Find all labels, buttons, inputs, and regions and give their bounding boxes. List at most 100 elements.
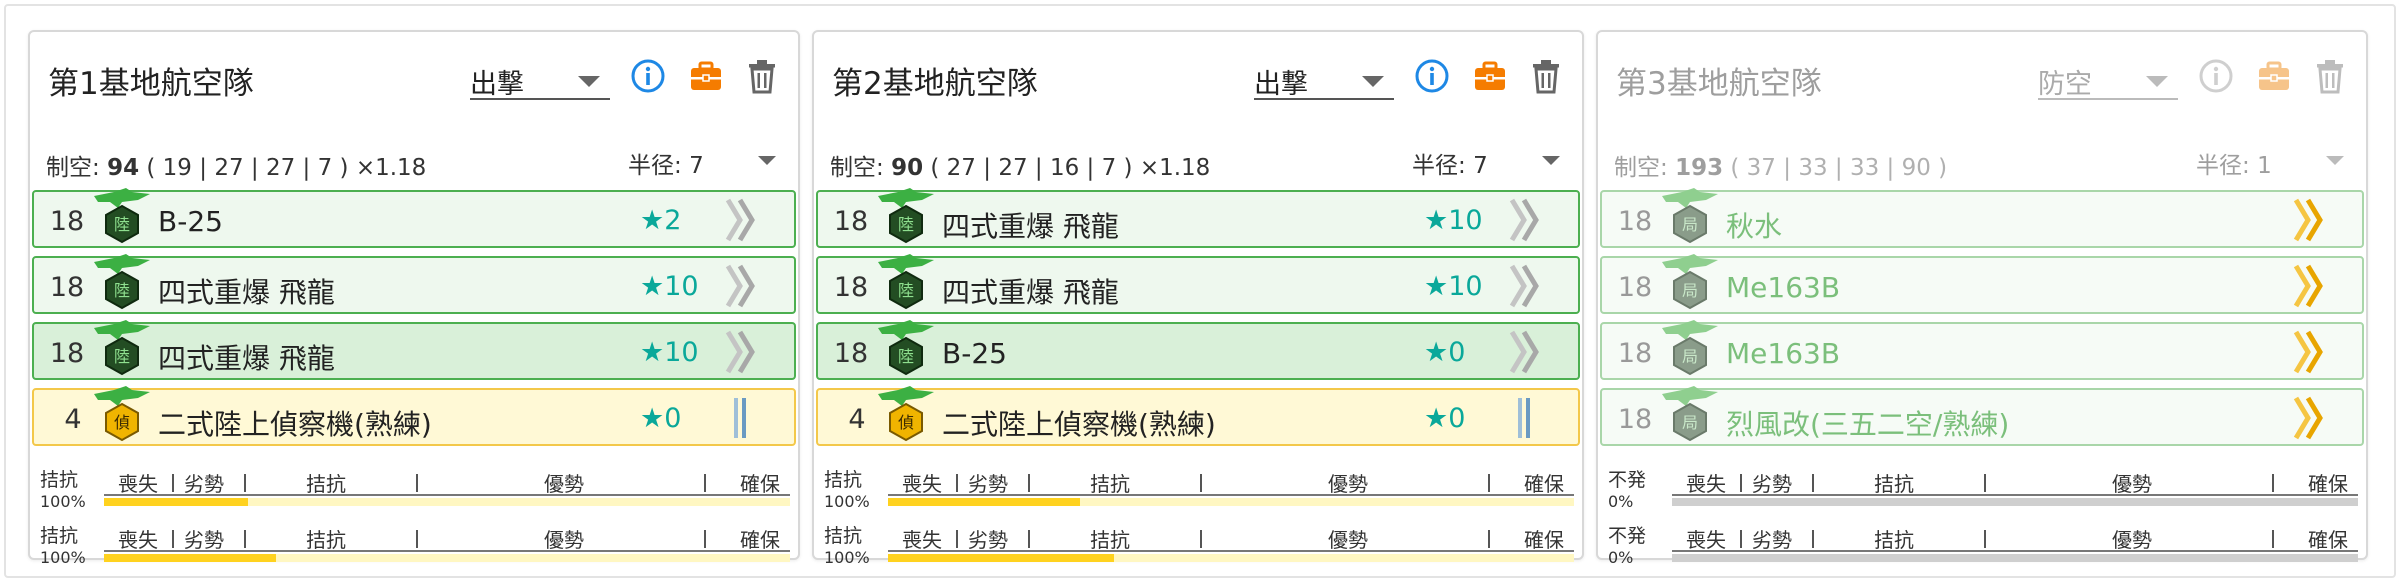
chevron-proficiency-icon[interactable] bbox=[722, 328, 772, 376]
equipment-slot[interactable]: 18 局 秋水 bbox=[1600, 188, 2364, 248]
slot-count[interactable]: 18 bbox=[1610, 206, 1660, 237]
chevron-proficiency-icon[interactable] bbox=[2290, 262, 2340, 310]
air-state: 拮抗 100% bbox=[824, 524, 872, 568]
scale-tick bbox=[1812, 474, 1814, 492]
plane-icon: 局 bbox=[1660, 252, 1720, 314]
plane-icon: 局 bbox=[1660, 384, 1720, 446]
chevron-proficiency-icon[interactable] bbox=[1506, 262, 1556, 310]
scale-tick bbox=[172, 474, 174, 492]
slot-count[interactable]: 18 bbox=[826, 338, 876, 369]
chevron-proficiency-icon[interactable] bbox=[2290, 196, 2340, 244]
air-bar-fill bbox=[104, 498, 249, 506]
chevron-proficiency-icon[interactable] bbox=[2290, 328, 2340, 376]
scale-label: 喪失 bbox=[118, 472, 158, 496]
equipment-name[interactable]: B-25 bbox=[942, 337, 1007, 370]
scale-tick bbox=[416, 474, 418, 492]
scale-label: 優勢 bbox=[1328, 472, 1368, 496]
equipment-slot[interactable]: 18 陸 四式重爆 飛龍 ★10 bbox=[816, 254, 1580, 314]
trash-icon[interactable] bbox=[2310, 56, 2350, 96]
equipment-name[interactable]: Me163B bbox=[1726, 271, 1840, 304]
scale-label: 確保 bbox=[740, 528, 780, 552]
slot-count[interactable]: 18 bbox=[42, 338, 92, 369]
slot-count[interactable]: 18 bbox=[826, 206, 876, 237]
chevron-proficiency-icon[interactable] bbox=[1506, 394, 1556, 442]
equipment-name[interactable]: 四式重爆 飛龍 bbox=[158, 271, 335, 311]
radius-select[interactable]: 半径: 7 bbox=[1412, 146, 1562, 179]
equipment-slot[interactable]: 4 偵 二式陸上偵察機(熟練) ★0 bbox=[816, 386, 1580, 446]
air-power-label: 制空: bbox=[830, 155, 884, 181]
slot-count[interactable]: 4 bbox=[48, 404, 98, 435]
improvement-level: ★10 bbox=[640, 337, 699, 368]
briefcase-icon[interactable] bbox=[686, 56, 726, 96]
chevron-down-icon bbox=[2326, 156, 2344, 165]
trash-icon[interactable] bbox=[1526, 56, 1566, 96]
equipment-slot[interactable]: 18 陸 B-25 ★2 bbox=[32, 188, 796, 248]
equipment-name[interactable]: 秋水 bbox=[1726, 205, 1782, 245]
scale-label: 拮抗 bbox=[1090, 472, 1130, 496]
info-icon[interactable] bbox=[628, 56, 668, 96]
equipment-slot[interactable]: 18 陸 四式重爆 飛龍 ★10 bbox=[816, 188, 1580, 248]
radius-select[interactable]: 半径: 7 bbox=[628, 146, 778, 179]
info-icon[interactable] bbox=[2196, 56, 2236, 96]
slot-count[interactable]: 18 bbox=[1610, 404, 1660, 435]
chevron-proficiency-icon[interactable] bbox=[2290, 394, 2340, 442]
info-icon[interactable] bbox=[1412, 56, 1452, 96]
scale-label: 確保 bbox=[740, 472, 780, 496]
mode-select[interactable]: 防空 bbox=[2038, 58, 2178, 100]
briefcase-icon[interactable] bbox=[2254, 56, 2294, 96]
slot-count[interactable]: 18 bbox=[1610, 338, 1660, 369]
slot-count[interactable]: 18 bbox=[42, 272, 92, 303]
equipment-name[interactable]: B-25 bbox=[158, 205, 223, 238]
equipment-slot[interactable]: 18 陸 四式重爆 飛龍 ★10 bbox=[32, 254, 796, 314]
air-bar-fill bbox=[888, 498, 1081, 506]
equipment-slot[interactable]: 4 偵 二式陸上偵察機(熟練) ★0 bbox=[32, 386, 796, 446]
air-base-card-2: 第2基地航空隊 出撃 制空: 90 ( 27 | 27 | 16 | 7 ) ×1.… bbox=[812, 30, 1584, 567]
equipment-slot[interactable]: 18 陸 B-25 ★0 bbox=[816, 320, 1580, 380]
equipment-slot[interactable]: 18 陸 四式重爆 飛龍 ★10 bbox=[32, 320, 796, 380]
scale-tick bbox=[956, 474, 958, 492]
scale-label: 劣勢 bbox=[1752, 528, 1792, 552]
scale-label: 喪失 bbox=[118, 528, 158, 552]
scale-line bbox=[888, 494, 1574, 496]
equipment-slot[interactable]: 18 局 烈風改(三五二空/熟練) bbox=[1600, 386, 2364, 446]
equipment-name[interactable]: 二式陸上偵察機(熟練) bbox=[942, 403, 1216, 443]
radius-select[interactable]: 半径: 1 bbox=[2196, 146, 2346, 179]
scale-label: 優勢 bbox=[2112, 472, 2152, 496]
briefcase-icon[interactable] bbox=[1470, 56, 1510, 96]
slot-count[interactable]: 18 bbox=[42, 206, 92, 237]
equipment-name[interactable]: 烈風改(三五二空/熟練) bbox=[1726, 403, 2009, 443]
trash-icon[interactable] bbox=[742, 56, 782, 96]
equipment-slot[interactable]: 18 局 Me163B bbox=[1600, 320, 2364, 380]
equipment-name[interactable]: 四式重爆 飛龍 bbox=[158, 337, 335, 377]
slot-count[interactable]: 18 bbox=[826, 272, 876, 303]
card-header: 第3基地航空隊 防空 bbox=[1598, 32, 2366, 122]
air-power-breakdown: ( 19 | 27 | 27 | 7 ) ×1.18 bbox=[146, 155, 427, 181]
plane-icon: 陸 bbox=[92, 186, 152, 248]
equipment-name[interactable]: 四式重爆 飛龍 bbox=[942, 205, 1119, 245]
equipment-name[interactable]: 四式重爆 飛龍 bbox=[942, 271, 1119, 311]
plane-icon: 陸 bbox=[876, 252, 936, 314]
radius-label: 半径: bbox=[2196, 153, 2250, 179]
mode-select[interactable]: 出撃 bbox=[1254, 58, 1394, 100]
slot-count[interactable]: 18 bbox=[1610, 272, 1660, 303]
chevron-proficiency-icon[interactable] bbox=[722, 262, 772, 310]
slot-count[interactable]: 4 bbox=[832, 404, 882, 435]
scale-tick bbox=[1740, 530, 1742, 548]
chevron-proficiency-icon[interactable] bbox=[1506, 328, 1556, 376]
chevron-proficiency-icon[interactable] bbox=[722, 196, 772, 244]
air-bar-track bbox=[888, 554, 1574, 562]
chevron-proficiency-icon[interactable] bbox=[1506, 196, 1556, 244]
plane-icon: 局 bbox=[1660, 186, 1720, 248]
air-state-label: 拮抗 bbox=[40, 525, 79, 547]
chevron-proficiency-icon[interactable] bbox=[722, 394, 772, 442]
scale-label: 劣勢 bbox=[184, 528, 224, 552]
mode-select[interactable]: 出撃 bbox=[470, 58, 610, 100]
card-title: 第3基地航空隊 bbox=[1616, 66, 1822, 102]
air-state-percent: 0% bbox=[1608, 492, 1634, 511]
equipment-name[interactable]: Me163B bbox=[1726, 337, 1840, 370]
scale-tick bbox=[1984, 474, 1986, 492]
equipment-name[interactable]: 二式陸上偵察機(熟練) bbox=[158, 403, 432, 443]
equipment-slot[interactable]: 18 局 Me163B bbox=[1600, 254, 2364, 314]
chevron-down-icon bbox=[758, 156, 776, 165]
plane-badge: 陸 bbox=[898, 215, 914, 234]
